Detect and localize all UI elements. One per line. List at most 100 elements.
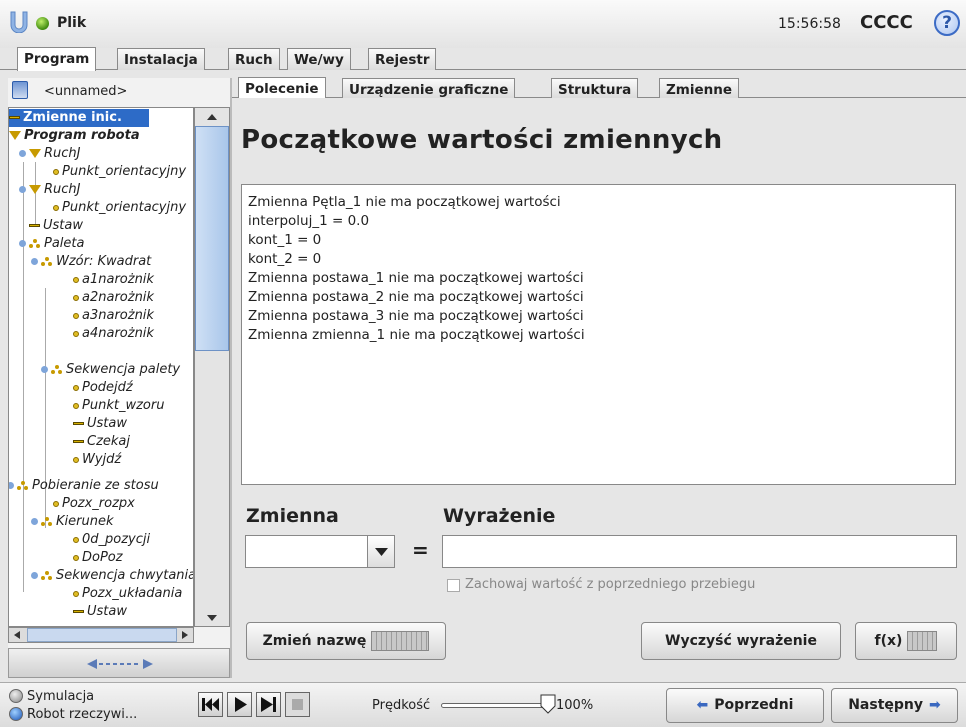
arrow-right-icon: ➡ (929, 697, 941, 713)
scroll-up-icon[interactable] (200, 110, 224, 124)
step-forward-icon (261, 697, 276, 712)
tree-item[interactable]: Ustaw (29, 217, 83, 235)
list-item[interactable]: Zmienna Pętla_1 nie ma początkowej warto… (248, 193, 949, 212)
tab-zmienne[interactable]: Zmienne (659, 78, 740, 98)
tree-item[interactable]: Punkt_orientacyjny (53, 199, 186, 217)
scroll-left-icon[interactable] (10, 629, 24, 641)
tab-ruch[interactable]: Ruch (228, 48, 280, 70)
variable-dropdown-button[interactable] (367, 536, 394, 567)
previous-button-label: Poprzedni (714, 697, 794, 713)
tab-instalacja[interactable]: Instalacja (117, 48, 205, 70)
tree-item[interactable]: a1narożnik (73, 271, 154, 289)
tree-item[interactable]: Pozx_układania (73, 585, 182, 603)
help-icon[interactable]: ? (934, 10, 960, 36)
collapse-triangle-icon (9, 131, 21, 140)
expand-toggle-icon[interactable] (31, 518, 38, 525)
clear-expression-button[interactable]: Wyczyść wyrażenie (641, 622, 841, 660)
step-forward-button[interactable] (256, 692, 281, 717)
tree-item[interactable]: Sekwencja chwytania (41, 567, 193, 585)
speed-slider[interactable] (441, 703, 555, 708)
previous-button[interactable]: ⬅ Poprzedni (666, 688, 824, 723)
pallet-icon (51, 364, 63, 375)
list-item[interactable]: Zmienna postawa_2 nie ma początkowej war… (248, 288, 949, 307)
list-item[interactable]: kont_1 = 0 (248, 231, 949, 250)
skip-back-button[interactable] (198, 692, 223, 717)
play-icon (235, 697, 247, 712)
tree-item[interactable]: Punkt_wzoru (73, 397, 164, 415)
list-item[interactable]: Zmienna postawa_3 nie ma początkowej war… (248, 307, 949, 326)
tree-scroll-thumb[interactable] (195, 126, 229, 351)
tree-item[interactable]: Program robota (9, 127, 140, 145)
expand-toggle-icon[interactable] (31, 258, 38, 265)
tab-struktura[interactable]: Struktura (551, 78, 639, 98)
tree-item[interactable]: a3narożnik (73, 307, 154, 325)
tree-item[interactable]: Podejdź (73, 379, 133, 397)
pallet-icon (41, 256, 53, 267)
list-item[interactable]: Zmienna zmienna_1 nie ma początkowej war… (248, 326, 949, 345)
page-title: Początkowe wartości zmiennych (241, 125, 723, 155)
pallet-icon (17, 480, 29, 491)
variable-label: Zmienna (246, 505, 339, 527)
scroll-right-icon[interactable] (178, 629, 192, 641)
expression-input[interactable] (442, 535, 957, 568)
keep-value-checkbox[interactable] (447, 579, 460, 592)
tree-item[interactable]: a4narożnik (73, 325, 154, 343)
tree-item[interactable]: Czekaj (73, 433, 130, 451)
tree-item[interactable]: Wzór: Kwadrat (41, 253, 151, 271)
tree-item[interactable]: Wyjdź (73, 451, 121, 469)
speed-slider-thumb-icon[interactable] (540, 694, 556, 714)
save-icon[interactable] (12, 81, 28, 99)
list-item[interactable]: interpoluj_1 = 0.0 (248, 212, 949, 231)
formula-button-label: f(x) (874, 633, 903, 649)
list-item[interactable]: kont_2 = 0 (248, 250, 949, 269)
tree-hscroll-thumb[interactable] (27, 628, 177, 642)
set-icon (29, 224, 40, 227)
tree-item[interactable]: RuchJ (29, 145, 81, 163)
status-indicator-icon (36, 17, 49, 30)
equals-sign: = (412, 538, 429, 562)
expand-toggle-icon[interactable] (19, 150, 26, 157)
collapse-triangle-icon (29, 149, 41, 158)
play-button[interactable] (227, 692, 252, 717)
program-tree[interactable]: Zmienne inic. Program robota RuchJ Punkt… (8, 107, 194, 627)
tree-item[interactable]: Ustaw (73, 603, 127, 621)
tree-navigation-button[interactable] (8, 648, 230, 678)
tab-urzadzenie-graficzne[interactable]: Urządzenie graficzne (342, 78, 516, 98)
tree-item[interactable]: Ustaw (73, 415, 127, 433)
waypoint-icon (73, 590, 79, 597)
pallet-icon (41, 570, 53, 581)
tree-item[interactable]: 0d_pozycji (73, 531, 150, 549)
simulation-radio[interactable] (9, 689, 23, 703)
file-menu[interactable]: Plik (57, 15, 86, 31)
tab-polecenie[interactable]: Polecenie (238, 77, 326, 98)
expand-toggle-icon[interactable] (31, 572, 38, 579)
tree-item[interactable]: RuchJ (29, 181, 81, 199)
next-button[interactable]: Następny ➡ (831, 688, 958, 723)
next-button-label: Następny (848, 697, 924, 713)
tab-program[interactable]: Program (17, 47, 97, 71)
tree-item[interactable]: a2narożnik (73, 289, 154, 307)
tree-item[interactable]: Pobieranie ze stosu (17, 477, 159, 495)
real-robot-radio[interactable] (9, 707, 23, 721)
expand-toggle-icon[interactable] (41, 366, 48, 373)
tree-item[interactable]: Punkt_orientacyjny (53, 163, 186, 181)
tree-item[interactable]: Sekwencja palety (51, 361, 180, 379)
list-item[interactable]: Zmienna postawa_1 nie ma początkowej war… (248, 269, 949, 288)
tree-item[interactable]: Kierunek (41, 513, 113, 531)
initial-values-list[interactable]: Zmienna Pętla_1 nie ma początkowej warto… (241, 184, 956, 485)
formula-button[interactable]: f(x) (855, 622, 957, 660)
tree-item-init-variables[interactable]: Zmienne inic. (9, 109, 149, 127)
tree-item[interactable]: Pozx_rozpx (53, 495, 135, 513)
tree-item[interactable]: Paleta (29, 235, 84, 253)
expand-toggle-icon[interactable] (19, 240, 26, 247)
scroll-down-icon[interactable] (200, 611, 224, 625)
tab-rejestr[interactable]: Rejestr (368, 48, 437, 70)
waypoint-icon (53, 500, 59, 507)
tree-item[interactable]: DoPoz (73, 549, 123, 567)
expand-toggle-icon[interactable] (19, 186, 26, 193)
tab-we-wy[interactable]: We/wy (287, 48, 351, 70)
expand-toggle-icon[interactable] (9, 482, 14, 489)
stop-button[interactable] (285, 692, 310, 717)
expression-label: Wyrażenie (443, 505, 556, 527)
rename-button[interactable]: Zmień nazwę (246, 622, 446, 660)
